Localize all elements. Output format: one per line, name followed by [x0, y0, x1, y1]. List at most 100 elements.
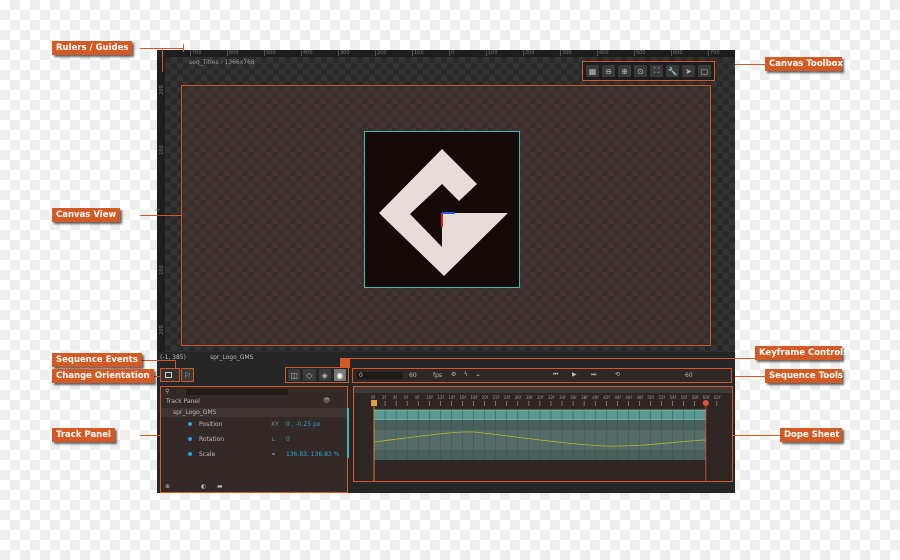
canvas-view[interactable]: seq_Titles : 1366x768 ▦ ⊖ ⊕ ⊙ ⛶ 🔧 ➤ ▢	[165, 57, 735, 352]
callout-change-orientation: Change Orientation	[52, 369, 154, 383]
dope-sheet[interactable]: 0f 2f 4f 6f 8f 10f 12f 14f 16f 18f 20f 22f 24f 26f 28f…	[353, 386, 733, 482]
top-ruler[interactable]: 700 600 500 400 300 200 100 0 100 200 300 400 500 600…	[165, 50, 735, 57]
frame-label: 44f	[614, 395, 621, 400]
ruler-tick: 200	[523, 50, 535, 56]
callout-connector	[735, 376, 765, 377]
record-keyframe-icon[interactable]: ◉	[333, 369, 346, 381]
track-row[interactable]: spr_Logo_GMS	[161, 408, 347, 417]
search-icon: ⚲	[165, 388, 170, 395]
orientation-icon	[165, 372, 172, 378]
ruler-tick: 600	[671, 50, 683, 56]
timeline-scrollbar	[354, 387, 732, 393]
ruler-tick: 200	[158, 85, 165, 95]
callout-connector	[183, 44, 184, 52]
ruler-tick: 700	[708, 50, 720, 56]
frame-icon[interactable]: ▢	[698, 65, 711, 77]
param-dot-icon	[188, 422, 192, 426]
skip-start-icon[interactable]: ⏮	[553, 371, 558, 379]
ruler-tick: 300	[560, 50, 572, 56]
length-input[interactable]: 60	[685, 372, 693, 379]
lightning-icon[interactable]: ϟ	[464, 371, 468, 378]
zoom-in-icon[interactable]: ⊕	[618, 65, 631, 77]
fit-icon[interactable]: ⛶	[650, 65, 663, 77]
loop-icon[interactable]: ⟲	[615, 371, 620, 378]
callout-connector	[140, 435, 160, 436]
param-dot-icon	[188, 452, 192, 456]
callout-canvas-toolbox: Canvas Toolbox	[765, 57, 843, 71]
param-name: Position	[199, 421, 223, 428]
zoom-out-icon[interactable]: ⊖	[602, 65, 615, 77]
track-search-input[interactable]	[186, 389, 288, 395]
sequence-tools: 0 60 fps ⚙ ϟ ⦟ ⏮ ▶ ⏭ ⟲ 60	[352, 368, 732, 383]
folder-icon[interactable]: ▬	[217, 483, 223, 490]
frame-label: 62f	[714, 395, 721, 400]
frame-label: 12f	[437, 395, 444, 400]
frame-label: 14f	[448, 395, 455, 400]
frame-label: 20f	[482, 395, 489, 400]
callout-rulers: Rulers / Guides	[52, 41, 133, 55]
frame-label: 10f	[426, 395, 433, 400]
ruler-tick: 400	[597, 50, 609, 56]
pointer-icon[interactable]: ➤	[682, 65, 695, 77]
split-keyframe-icon[interactable]: ◫	[288, 369, 301, 381]
mask-icon[interactable]: ◐	[201, 483, 206, 490]
param-value[interactable]: 0 , -0.25 px	[286, 421, 320, 428]
frame-label: 36f	[570, 395, 577, 400]
frame-label: 38f	[581, 395, 588, 400]
param-label: ⚭	[271, 451, 277, 458]
zoom-reset-icon[interactable]: ⊙	[634, 65, 647, 77]
sprite-logo[interactable]	[364, 131, 520, 288]
frame-label: 8f	[415, 395, 420, 400]
play-icon[interactable]: ▶	[572, 371, 577, 378]
callout-dope-sheet: Dope Sheet	[780, 428, 842, 442]
ruler-tick: 200	[375, 50, 387, 56]
settings-icon[interactable]: ⚙	[451, 371, 456, 378]
frame-label: 26f	[515, 395, 522, 400]
callout-keyframe-controls: Keyframe Controls	[755, 346, 848, 360]
add-track-icon[interactable]: ⊕	[165, 483, 170, 490]
ruler-tick: 600	[227, 50, 239, 56]
ruler-tick: 0	[155, 208, 162, 212]
frame-label: 2f	[382, 395, 387, 400]
canvas-toolbox: ▦ ⊖ ⊕ ⊙ ⛶ 🔧 ➤ ▢	[582, 61, 715, 81]
frame-label: 52f	[659, 395, 666, 400]
skip-end-icon[interactable]: ⏭	[591, 371, 596, 379]
fps-input[interactable]: 60	[409, 372, 417, 379]
frame-label: 50f	[648, 395, 655, 400]
callout-connector	[350, 358, 755, 359]
param-value[interactable]: 0	[286, 436, 290, 443]
prev-keyframe-icon[interactable]: ◇	[303, 369, 316, 381]
left-ruler[interactable]: 200 100 0 100 200	[155, 57, 165, 352]
curve-icon[interactable]: ⦟	[476, 371, 480, 379]
frame-label: 56f	[681, 395, 688, 400]
track-param-row[interactable]: Scale ⚭ 136.83, 136.83 %	[161, 449, 347, 461]
ruler-tick: 400	[301, 50, 313, 56]
ruler-tick: 500	[634, 50, 646, 56]
sequence-events-button[interactable]: ⚐	[181, 368, 194, 382]
frame-label: 48f	[636, 395, 643, 400]
ruler-tick: 100	[158, 265, 165, 275]
frame-label: 46f	[625, 395, 632, 400]
callout-connector	[162, 48, 163, 72]
wrench-icon[interactable]: 🔧	[666, 65, 679, 77]
track-param-row[interactable]: Rotation ∟ 0	[161, 434, 347, 446]
visibility-icon[interactable]: 👁	[323, 397, 331, 404]
ruler-tick: 100	[486, 50, 498, 56]
param-label: XY	[271, 421, 279, 428]
change-orientation-button[interactable]	[160, 368, 180, 382]
track-param-row[interactable]: Position XY 0 , -0.25 px	[161, 419, 347, 431]
track-scrollbar[interactable]	[347, 408, 349, 458]
ruler-tick: 500	[264, 50, 276, 56]
grid-icon[interactable]: ▦	[586, 65, 599, 77]
next-keyframe-icon[interactable]: ◈	[318, 369, 331, 381]
frame-input[interactable]: 0	[357, 372, 402, 379]
param-value[interactable]: 136.83, 136.83 %	[286, 451, 339, 458]
callout-connector	[735, 64, 765, 65]
param-name: Scale	[199, 451, 216, 458]
frame-label: 32f	[548, 395, 555, 400]
frame-label: 54f	[670, 395, 677, 400]
ruler-tick: 700	[190, 50, 202, 56]
frame-label: 28f	[526, 395, 533, 400]
sequence-label: seq_Titles : 1366x768	[189, 59, 255, 66]
callout-canvas-view: Canvas View	[52, 208, 121, 222]
